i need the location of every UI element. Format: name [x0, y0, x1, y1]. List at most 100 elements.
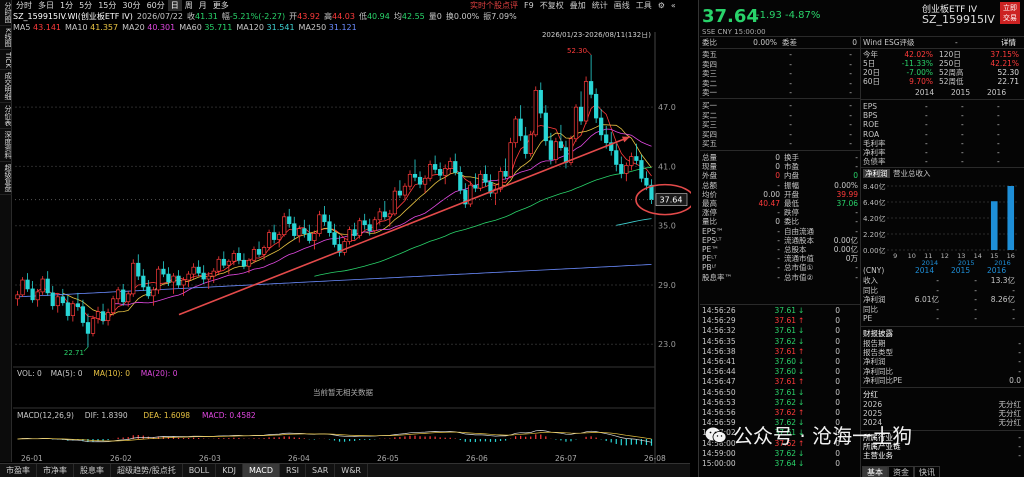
candle-body [513, 118, 518, 144]
gear-icon[interactable]: ⚙ [658, 1, 665, 10]
period-tab[interactable]: 30分 [119, 0, 143, 11]
stat-value: - [855, 153, 858, 162]
report-label: 报告类型 [863, 348, 893, 358]
candle [75, 292, 81, 311]
left-strip-item[interactable]: 分时图 [0, 0, 12, 26]
toolbar-item[interactable]: 不复权 [540, 0, 564, 11]
candle [458, 166, 463, 195]
right-tab[interactable]: 基本 [862, 466, 888, 477]
candle-body [70, 303, 75, 316]
candle-body [292, 223, 297, 236]
period-tab[interactable]: 周 [182, 0, 196, 11]
toolbar-item[interactable]: 统计 [592, 0, 608, 11]
fin-cell: - [1012, 304, 1015, 314]
stat-label: PE™ [702, 245, 719, 254]
revenue-bar [1007, 186, 1015, 250]
stat-label: 换手 [784, 153, 799, 162]
left-strip-item[interactable]: K线图 [0, 26, 12, 50]
candle-body [412, 173, 418, 178]
fund-value: - [961, 138, 964, 148]
period-tab[interactable]: 15分 [95, 0, 119, 11]
stat-label: 开盘 [784, 189, 799, 199]
right-tab[interactable]: 资金 [888, 466, 914, 477]
left-strip-item[interactable]: 深度资料 [0, 129, 12, 163]
dividend-title: 分红 [863, 390, 878, 399]
period-tab[interactable]: 60分 [144, 0, 168, 11]
indicator-tab[interactable]: SAR [306, 464, 336, 477]
period-tab[interactable]: 分时 [13, 0, 35, 11]
candle-body [327, 221, 332, 233]
collapse-icon[interactable]: « [671, 1, 676, 10]
fund-value: - [961, 148, 964, 157]
stat-value: - [855, 208, 858, 218]
indicator-tab[interactable]: KDJ [216, 464, 244, 477]
stat-label: 股息率™ [702, 272, 732, 282]
indicator-tab[interactable]: 市净率 [37, 464, 74, 477]
info-change-label: 幅 [221, 12, 230, 21]
period-tab[interactable]: 5分 [76, 0, 95, 11]
fin-cell: 8.26亿 [990, 295, 1015, 304]
fund-value: - [961, 120, 964, 130]
kline-chart[interactable]: 47.0 41.0 35.0 29.0 23.0 2026/01/23-2026/08/1… [13, 32, 691, 463]
candle-body [483, 173, 488, 183]
trade-now-button[interactable]: 立即交易 [1000, 2, 1020, 24]
tick-arrow-icon: ↓ [798, 336, 805, 346]
stat-value: - [777, 226, 780, 236]
vol-legend-item: MA(5): 0 [51, 369, 83, 378]
indicator-tab[interactable]: 市盈率 [0, 464, 37, 477]
candle-body [15, 294, 20, 300]
candle-body [624, 165, 629, 174]
indicator-tab[interactable]: 超级趋势/股点托 [111, 464, 183, 477]
indicator-tab[interactable]: MACD [243, 464, 281, 477]
candle-body [136, 262, 141, 277]
candle-body [146, 286, 151, 297]
dividend-year: 2026 [863, 400, 883, 409]
stat-label: 振幅 [784, 180, 799, 190]
left-strip-item[interactable]: 成交明细 [0, 70, 12, 104]
indicator-tab[interactable]: RSI [280, 464, 307, 477]
fin-col-header: 2014 [915, 266, 935, 275]
candle-body [196, 266, 201, 274]
tick-price: 37.61 [774, 377, 796, 387]
macd-legend-item: MACD: 0.4582 [202, 411, 256, 420]
left-strip-item[interactable]: 超级复盘 [0, 162, 12, 196]
stat-value: - [855, 263, 858, 273]
bid-price: - [789, 129, 792, 139]
period-tab[interactable]: 月 [196, 0, 210, 11]
indicator-tab[interactable]: BOLL [183, 464, 217, 477]
toolbar-right: 实时个股点评 F9 不复权 叠加 统计 画线 工具 ⚙ « [470, 0, 676, 11]
toolbar-item[interactable]: 工具 [636, 0, 652, 11]
ma-label: MA20 [122, 22, 145, 32]
report-value: - [1018, 339, 1021, 348]
fin-cell: - [974, 314, 977, 323]
period-tab[interactable]: 日 [167, 0, 182, 11]
vol-legend-item: MA(10): 0 [93, 369, 130, 378]
candle-body [272, 232, 277, 240]
candle [161, 261, 166, 278]
stat-value: - [855, 226, 858, 236]
order-ratio-label: 委比 [702, 38, 717, 47]
stat-value: 0 [775, 153, 780, 162]
candle-body [156, 268, 161, 291]
right-tab[interactable]: 快讯 [914, 466, 940, 477]
period-tab[interactable]: 多日 [35, 0, 57, 11]
left-strip-item[interactable]: 分价表 [0, 103, 12, 130]
toolbar-item[interactable]: F9 [524, 1, 534, 10]
tick-volume: 0 [835, 306, 840, 315]
candle-body [553, 141, 558, 160]
candle-body [372, 219, 377, 231]
tick-price: 37.62 [774, 336, 796, 346]
period-tab[interactable]: 1分 [57, 0, 76, 11]
left-strip-item[interactable]: TICK [0, 50, 12, 71]
bid-label: 买三 [702, 120, 717, 129]
toolbar-item[interactable]: 画线 [614, 0, 630, 11]
indicator-tab[interactable]: W&R [335, 464, 368, 477]
toolbar-item[interactable]: 实时个股点评 [470, 0, 518, 11]
period-tab[interactable]: 更多 [210, 0, 232, 11]
stat-label: 现量 [702, 162, 717, 172]
tick-price: 37.60 [774, 357, 796, 366]
toolbar-item[interactable]: 叠加 [570, 0, 586, 11]
left-view-strip: 分时图 K线图 TICK 成交明细 分价表 深度资料 超级复盘 [0, 0, 12, 462]
indicator-tab[interactable]: 股息率 [74, 464, 111, 477]
candle-body [302, 228, 307, 234]
